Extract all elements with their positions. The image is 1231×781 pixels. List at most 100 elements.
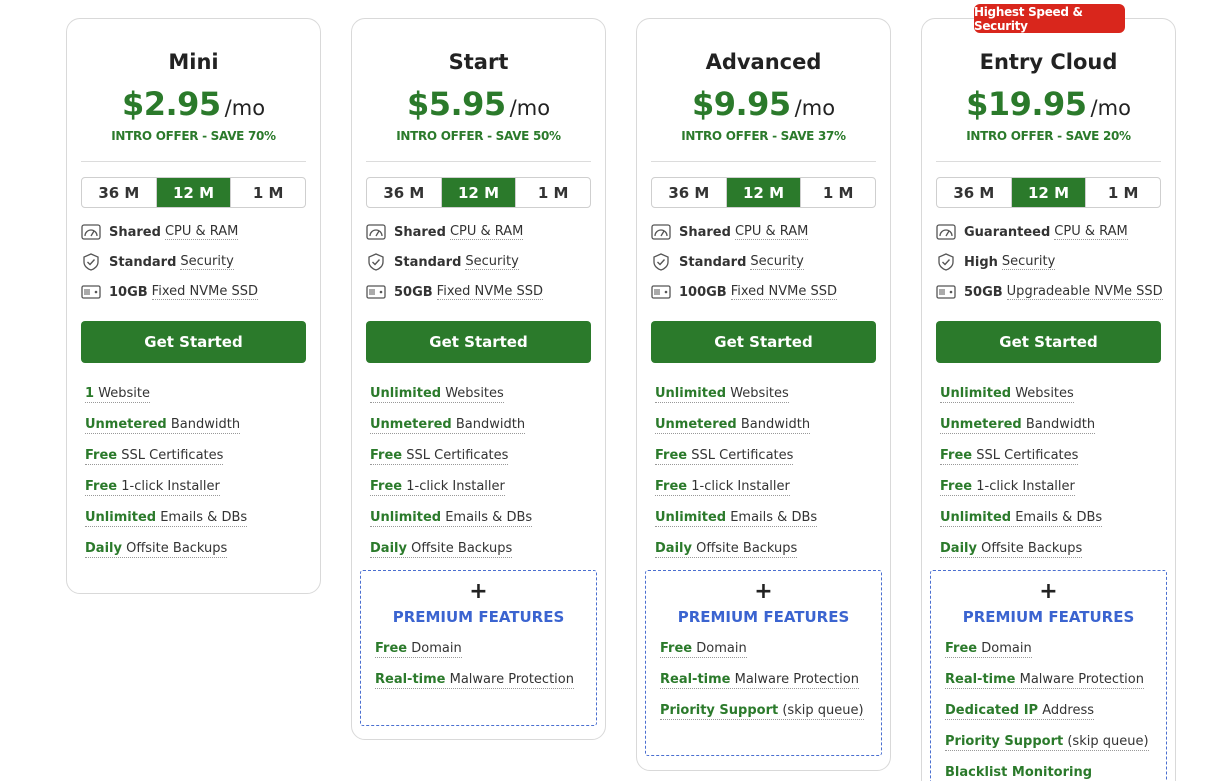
spec-security: High Security <box>936 251 1056 273</box>
premium-feature-item: Real-time Malware Protection <box>660 672 859 689</box>
plan-card-start: Start $5.95/mo INTRO OFFER - SAVE 50% 36… <box>351 18 606 740</box>
price-row: $9.95/mo <box>637 85 890 123</box>
intro-offer: INTRO OFFER - SAVE 70% <box>111 129 276 143</box>
term-option-1m[interactable]: 1 M <box>516 178 590 207</box>
spec-text: Fixed NVMe SSD <box>436 284 543 300</box>
term-option-1m[interactable]: 1 M <box>1086 178 1160 207</box>
feature-item: Free SSL Certificates <box>370 448 509 465</box>
spec-bold: Standard <box>679 254 747 270</box>
feature-item: Daily Offsite Backups <box>370 541 513 558</box>
spec-text: Fixed NVMe SSD <box>151 284 258 300</box>
feature-highlight: Daily <box>655 541 692 556</box>
feature-item: Unlimited Emails & DBs <box>655 510 818 527</box>
per-month-label: /mo <box>1090 96 1131 120</box>
feature-item: 1 Website <box>85 386 151 403</box>
feature-item: Unmetered Bandwidth <box>655 417 811 434</box>
feature-highlight: Unlimited <box>370 386 442 401</box>
spec-storage: 50GB Upgradeable NVMe SSD <box>936 281 1163 303</box>
feature-text: Emails & DBs <box>445 510 533 525</box>
feature-item: Free 1-click Installer <box>655 479 790 496</box>
feature-item: Free SSL Certificates <box>655 448 794 465</box>
get-started-button[interactable]: Get Started <box>651 321 876 363</box>
feature-highlight: Blacklist Monitoring <box>945 765 1093 780</box>
term-option-36m[interactable]: 36 M <box>652 178 727 207</box>
feature-highlight: Free <box>940 479 973 494</box>
premium-features-box: + PREMIUM FEATURES Free Domain Real-time… <box>930 570 1167 781</box>
feature-text: Offsite Backups <box>981 541 1083 556</box>
plan-price: $5.95 <box>406 85 506 123</box>
plan-card-mini: Mini $2.95/mo INTRO OFFER - SAVE 70% 36 … <box>66 18 321 594</box>
speedometer-icon <box>936 223 956 241</box>
feature-highlight: Dedicated IP <box>945 703 1039 718</box>
divider <box>936 161 1161 162</box>
term-option-36m[interactable]: 36 M <box>367 178 442 207</box>
feature-text: Websites <box>1015 386 1074 401</box>
term-option-12m[interactable]: 12 M <box>726 178 802 207</box>
spec-text: Fixed NVMe SSD <box>730 284 838 300</box>
feature-item: Free 1-click Installer <box>370 479 505 496</box>
feature-highlight: Free <box>660 641 693 656</box>
plan-name: Advanced <box>705 50 822 74</box>
term-selector: 36 M 12 M 1 M <box>936 177 1161 208</box>
feature-text: Bandwidth <box>170 417 241 432</box>
feature-text: Address <box>1042 703 1094 718</box>
term-option-1m[interactable]: 1 M <box>801 178 875 207</box>
get-started-button[interactable]: Get Started <box>936 321 1161 363</box>
feature-text: 1-click Installer <box>406 479 505 494</box>
feature-text: Offsite Backups <box>411 541 513 556</box>
feature-text: 1-click Installer <box>976 479 1075 494</box>
feature-highlight: Unlimited <box>370 510 442 525</box>
premium-features-title: PREMIUM FEATURES <box>962 608 1135 626</box>
get-started-button[interactable]: Get Started <box>81 321 306 363</box>
feature-highlight: Priority Support <box>945 734 1064 749</box>
shield-check-icon <box>366 253 386 271</box>
spec-cpu: Shared CPU & RAM <box>366 221 524 243</box>
ssd-drive-icon <box>366 283 386 301</box>
spec-text: Security <box>750 254 804 270</box>
feature-highlight: Free <box>945 641 978 656</box>
spec-storage: 50GB Fixed NVMe SSD <box>366 281 543 303</box>
feature-text: Website <box>98 386 151 401</box>
intro-offer: INTRO OFFER - SAVE 50% <box>396 129 561 143</box>
price-row: $5.95/mo <box>352 85 605 123</box>
spec-text: CPU & RAM <box>164 224 239 240</box>
feature-item: Unlimited Emails & DBs <box>940 510 1103 527</box>
per-month-label: /mo <box>509 96 551 120</box>
feature-highlight: Unlimited <box>655 510 727 525</box>
term-option-12m[interactable]: 12 M <box>1011 178 1087 207</box>
term-option-1m[interactable]: 1 M <box>231 178 305 207</box>
spec-bold: Guaranteed <box>964 224 1051 240</box>
premium-feature-item: Priority Support (skip queue) <box>945 734 1149 751</box>
divider <box>651 161 876 162</box>
premium-features-title: PREMIUM FEATURES <box>392 608 565 626</box>
term-selector: 36 M 12 M 1 M <box>81 177 306 208</box>
ssd-drive-icon <box>936 283 956 301</box>
feature-item: Free SSL Certificates <box>85 448 224 465</box>
spec-storage: 100GB Fixed NVMe SSD <box>651 281 838 303</box>
feature-text: SSL Certificates <box>691 448 794 463</box>
feature-highlight: Unlimited <box>655 386 727 401</box>
term-option-12m[interactable]: 12 M <box>441 178 517 207</box>
divider <box>81 161 306 162</box>
spec-text: CPU & RAM <box>1054 224 1128 240</box>
feature-item: Daily Offsite Backups <box>655 541 798 558</box>
feature-highlight: Priority Support <box>660 703 779 718</box>
feature-highlight: 1 <box>85 386 95 401</box>
spec-text: Security <box>1001 254 1056 270</box>
spec-security: Standard Security <box>651 251 804 273</box>
feature-highlight: Unlimited <box>940 386 1012 401</box>
feature-text: Emails & DBs <box>160 510 248 525</box>
get-started-button[interactable]: Get Started <box>366 321 591 363</box>
feature-highlight: Free <box>940 448 973 463</box>
spec-bold: 100GB <box>679 284 727 300</box>
premium-features-box: + PREMIUM FEATURES Free Domain Real-time… <box>645 570 882 756</box>
term-option-36m[interactable]: 36 M <box>937 178 1012 207</box>
premium-feature-item: Free Domain <box>375 641 462 658</box>
shield-check-icon <box>81 253 101 271</box>
spec-storage: 10GB Fixed NVMe SSD <box>81 281 258 303</box>
feature-item: Unlimited Websites <box>370 386 504 403</box>
speedometer-icon <box>81 223 101 241</box>
term-option-36m[interactable]: 36 M <box>82 178 157 207</box>
term-option-12m[interactable]: 12 M <box>156 178 232 207</box>
plan-price: $9.95 <box>691 85 791 123</box>
